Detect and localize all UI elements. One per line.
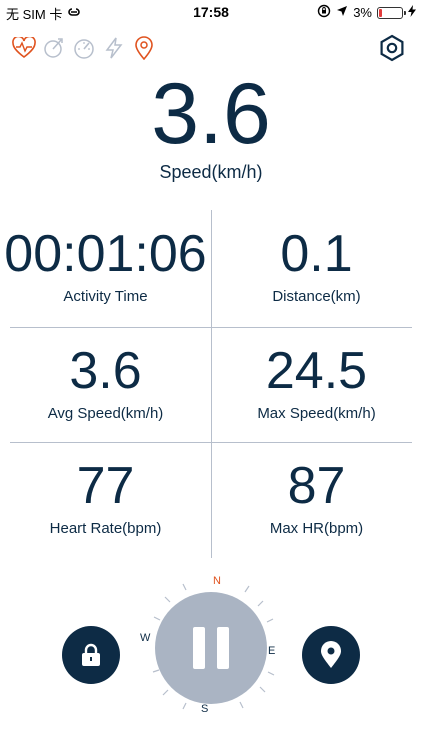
metric-label: Max Speed(km/h): [257, 405, 376, 422]
metrics-grid: 00:01:06 Activity Time 0.1 Distance(km) …: [0, 210, 422, 558]
metric-label: Activity Time: [63, 288, 148, 305]
metric-label: Heart Rate(bpm): [49, 520, 162, 537]
speedometer-icon[interactable]: [72, 36, 96, 60]
metric-value: 77: [76, 457, 135, 515]
status-right: 3%: [317, 4, 416, 21]
speed-sensor-icon[interactable]: [42, 36, 66, 60]
metric-value: 0.1: [280, 225, 353, 283]
status-bar: 无 SIM 卡 17:58 3%: [0, 0, 422, 24]
map-location-button[interactable]: [302, 626, 360, 684]
pause-icon-bar: [217, 627, 229, 669]
lock-icon: [82, 643, 100, 666]
speed-value: 3.6: [151, 66, 271, 162]
metric-label: Max HR(bpm): [269, 520, 364, 537]
charging-icon: [408, 5, 416, 20]
metric-max-speed: 24.5 Max Speed(km/h): [211, 327, 422, 443]
metric-avg-speed: 3.6 Avg Speed(km/h): [0, 327, 211, 443]
metric-value: 24.5: [265, 342, 368, 400]
metric-max-hr: 87 Max HR(bpm): [211, 442, 422, 558]
battery-percent: 3%: [353, 5, 372, 20]
lock-button[interactable]: [62, 626, 120, 684]
battery-icon: [377, 6, 406, 19]
metric-label: Distance(km): [272, 288, 361, 305]
metric-activity-time: 00:01:06 Activity Time: [0, 210, 211, 326]
compass-east: E: [268, 645, 276, 657]
pause-button[interactable]: [155, 592, 267, 704]
location-arrow-icon: [336, 5, 348, 20]
map-pin-icon: [321, 641, 341, 668]
heart-rate-icon[interactable]: [12, 36, 36, 60]
sensor-icons: [12, 36, 156, 60]
compass-north: N: [213, 575, 221, 587]
compass-south: S: [201, 703, 209, 715]
hexagon-settings-icon: [380, 34, 404, 62]
location-pin-icon[interactable]: [132, 36, 156, 60]
pause-icon-bar: [193, 627, 205, 669]
metric-heart-rate: 77 Heart Rate(bpm): [0, 442, 211, 558]
settings-button[interactable]: [378, 34, 406, 62]
speed-label: Speed(km/h): [159, 162, 263, 182]
orientation-lock-icon: [317, 4, 331, 21]
metric-value: 3.6: [69, 342, 142, 400]
metric-value: 87: [287, 457, 346, 515]
compass-west: W: [140, 632, 151, 644]
metric-distance: 0.1 Distance(km): [211, 210, 422, 326]
power-icon[interactable]: [102, 36, 126, 60]
metric-label: Avg Speed(km/h): [47, 405, 164, 422]
metric-value: 00:01:06: [4, 225, 207, 283]
